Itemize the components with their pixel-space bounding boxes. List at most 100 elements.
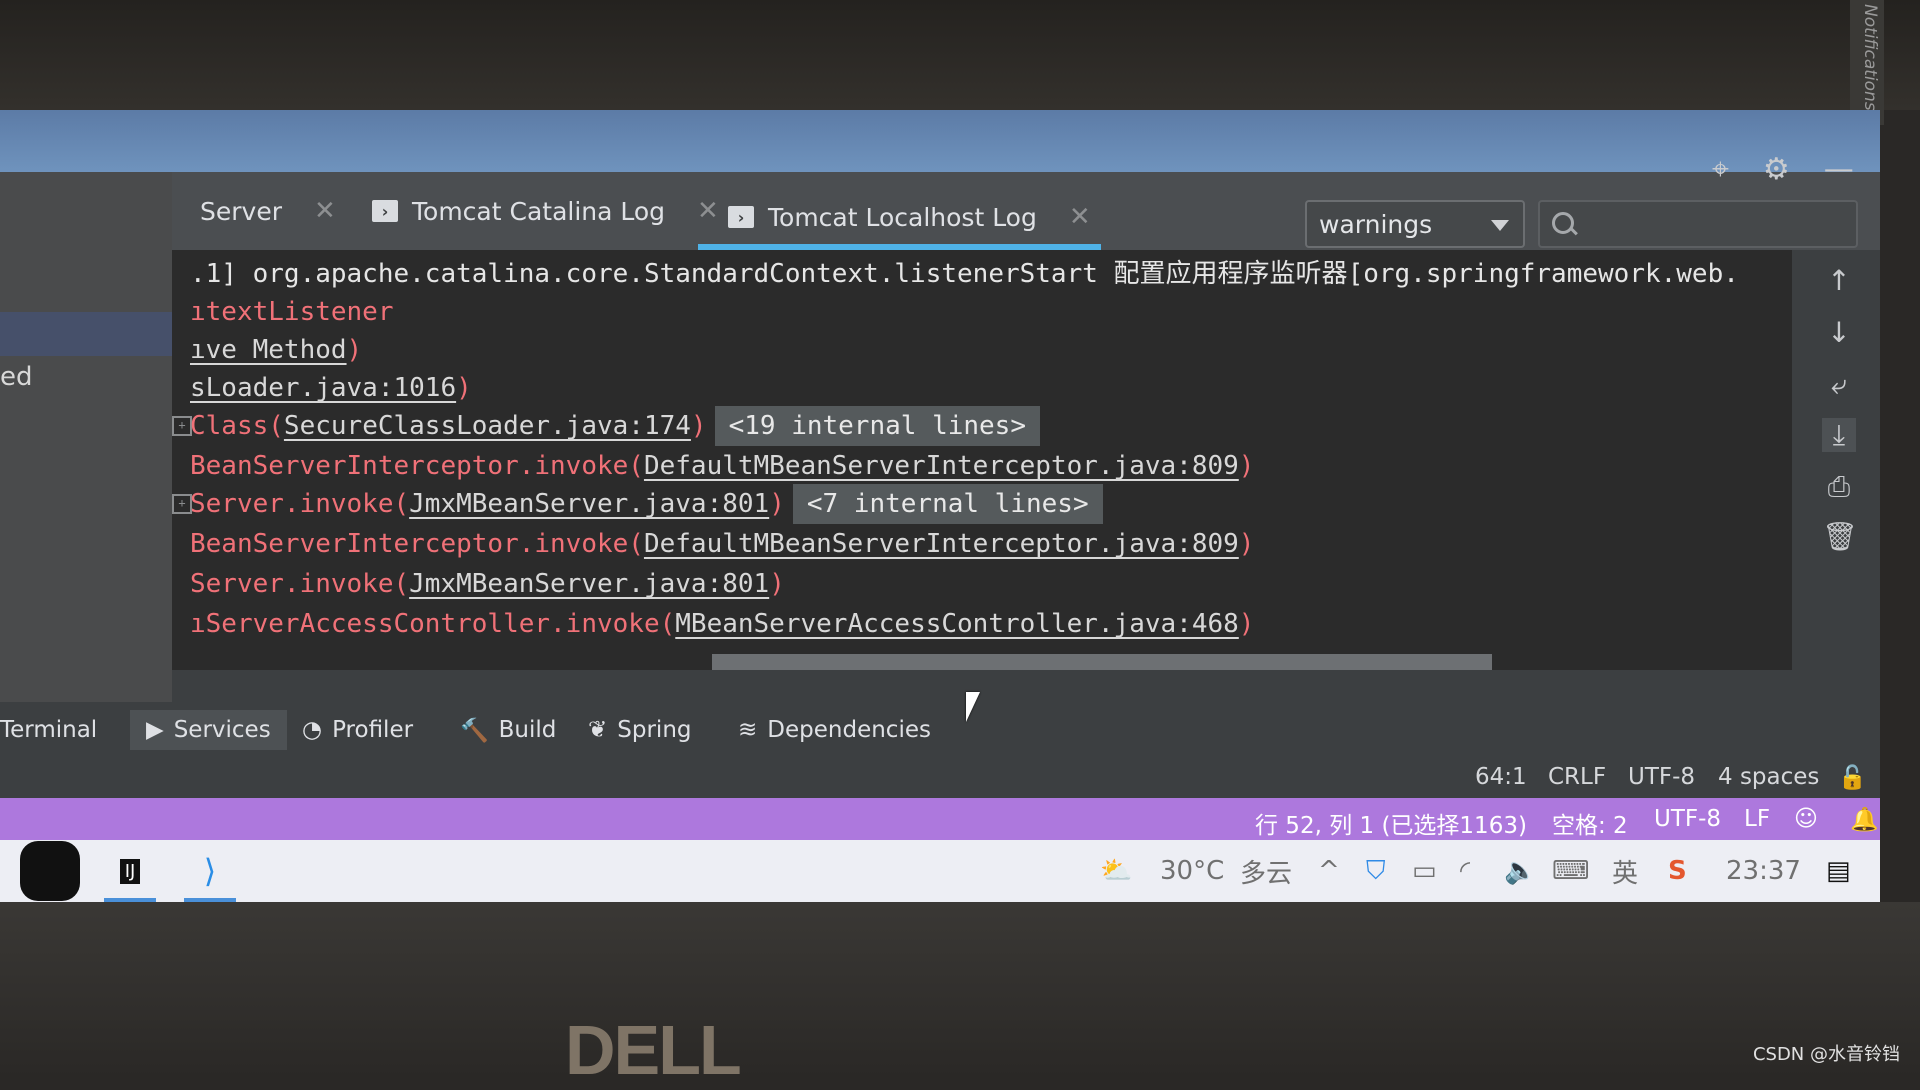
scroll-to-end-icon[interactable]: ⤓ [1822,418,1856,452]
shield-icon[interactable]: ⛉ [1366,840,1386,902]
bottom-tab-services[interactable]: ▶ Services [130,710,287,750]
console-icon: › [728,206,754,228]
volume-icon[interactable]: 🔈 [1504,840,1536,902]
editor-indentation[interactable]: 空格: 2 [1552,806,1628,840]
tab-tomcat-localhost-log[interactable]: › Tomcat Localhost Log ✕ [698,194,1101,250]
action-center-icon[interactable]: ▤ [1826,840,1851,902]
close-icon[interactable]: ✕ [697,196,719,226]
log-line: ıve Method) [190,335,363,365]
chevron-up-icon[interactable]: ^ [1318,840,1340,902]
bottom-tab-spring[interactable]: ❦ Spring [588,710,692,750]
ide-status-bar: 64:1 CRLF UTF-8 4 spaces 🔓 [0,758,1880,798]
expand-fold-icon[interactable]: + [172,416,192,436]
source-link[interactable]: JmxMBeanServer.java:801 [409,489,769,519]
console-icon: › [372,200,398,222]
cursor-position[interactable]: 64:1 [1475,764,1527,790]
source-link[interactable]: JmxMBeanServer.java:801 [409,569,769,599]
selected-tree-row[interactable] [0,312,172,356]
crosshair-icon[interactable]: ⌖ [1712,152,1729,187]
tab-label: Tomcat Localhost Log [768,202,1037,232]
bottom-tab-terminal[interactable]: Terminal [0,710,97,750]
ime-language[interactable]: 英 [1612,840,1638,902]
log-line: Class(SecureClassLoader.java:174) <19 int… [190,406,1040,446]
battery-icon[interactable]: ▭ [1412,840,1437,902]
start-area-scribble[interactable] [20,841,80,901]
log-line: sLoader.java:1016) [190,373,472,403]
folded-internal-lines[interactable]: <19 internal lines> [714,406,1040,446]
source-link[interactable]: DefaultMBeanServerInterceptor.java:809 [644,451,1239,481]
profiler-icon: ◔ [302,717,323,743]
log-line: BeanServerInterceptor.invoke(DefaultMBea… [190,451,1255,481]
tab-label: Server [200,196,282,226]
editor-encoding[interactable]: UTF-8 [1654,806,1721,832]
line-separator[interactable]: CRLF [1548,764,1606,790]
down-arrow-icon[interactable]: ↓ [1822,316,1856,350]
print-icon[interactable]: ⎙ [1822,470,1856,504]
trash-icon[interactable]: 🗑 [1822,520,1858,554]
chevron-down-icon [1491,220,1509,231]
console-actions-gutter: ↑ ↓ ⤶ ⤓ ⎙ 🗑 [1802,250,1880,670]
vscode-taskbar-icon[interactable]: ⟩ [180,846,240,902]
feedback-icon[interactable]: ☺ [1794,806,1818,832]
minimize-icon[interactable]: — [1824,152,1854,187]
editor-cursor-selection[interactable]: 行 52, 列 1 (已选择1163) [1255,806,1527,840]
bell-icon[interactable]: 🔔 [1850,806,1879,833]
hammer-icon: 🔨 [460,717,489,744]
log-line: .1] org.apache.catalina.core.StandardCon… [190,259,1739,289]
sogou-ime-icon[interactable]: S [1668,840,1687,902]
source-link[interactable]: sLoader.java:1016 [190,373,456,403]
lock-icon[interactable]: 🔓 [1838,764,1867,791]
source-link[interactable]: ıve Method [190,335,347,365]
close-icon[interactable]: ✕ [1069,202,1091,232]
expand-fold-icon[interactable]: + [172,494,192,514]
bottom-tab-profiler[interactable]: ◔ Profiler [302,710,413,750]
indent-setting[interactable]: 4 spaces [1718,764,1819,790]
vscode-status-bar: 行 52, 列 1 (已选择1163) 空格: 2 UTF-8 LF ☺ 🔔 [0,798,1880,840]
ide-title-band [0,110,1880,172]
dell-logo: DELL [565,1011,742,1089]
clock[interactable]: 23:37 [1726,840,1801,902]
services-tree-panel: ed [0,172,172,702]
up-arrow-icon[interactable]: ↑ [1822,264,1856,298]
services-tool-window: Server ✕ › Tomcat Catalina Log ✕ › Tomca… [172,152,1880,702]
editor-eol[interactable]: LF [1744,806,1770,832]
filter-selected-value: warnings [1319,209,1433,239]
csdn-watermark: CSDN @水音铃铛 [1752,1044,1900,1065]
bottom-tab-dependencies[interactable]: ≋ Dependencies [738,710,931,750]
wifi-icon[interactable]: ◜ [1460,840,1470,902]
mouse-cursor [966,692,980,722]
intellij-taskbar-icon[interactable]: IJ [100,846,160,902]
services-icon: ▶ [146,717,164,743]
temperature[interactable]: 30°C [1160,840,1224,902]
file-encoding[interactable]: UTF-8 [1628,764,1695,790]
weather-icon[interactable]: ⛅ [1100,840,1132,902]
tab-server[interactable]: Server ✕ [200,188,336,234]
tool-window-actions: ⌖ ⚙ — [1712,152,1854,187]
tree-item-partial-text: ed [0,362,33,392]
log-search-input[interactable] [1538,200,1858,248]
source-link[interactable]: SecureClassLoader.java:174 [284,411,691,441]
source-link[interactable]: MBeanServerAccessController.java:468 [675,609,1239,639]
log-line: Server.invoke(JmxMBeanServer.java:801) [190,569,785,599]
bottom-tab-build[interactable]: 🔨 Build [460,710,556,750]
weather-condition[interactable]: 多云 [1240,840,1292,902]
close-icon[interactable]: ✕ [314,196,336,226]
source-link[interactable]: DefaultMBeanServerInterceptor.java:809 [644,529,1239,559]
tab-label: Tomcat Catalina Log [412,196,666,226]
notifications-label[interactable]: Notifications [1860,4,1880,111]
search-icon [1552,212,1574,234]
log-tabs-bar: Server ✕ › Tomcat Catalina Log ✕ › Tomca… [172,152,1880,250]
log-line: ıtextListener [190,297,394,327]
tab-tomcat-catalina-log[interactable]: › Tomcat Catalina Log ✕ [372,188,719,234]
soft-wrap-icon[interactable]: ⤶ [1822,368,1856,402]
keyboard-icon[interactable]: ⌨ [1552,840,1590,902]
monitor-bezel-bottom [0,902,1920,1080]
log-line: Server.invoke(JmxMBeanServer.java:801) <7… [190,484,1103,524]
horizontal-scrollbar[interactable] [712,654,1492,670]
folded-internal-lines[interactable]: <7 internal lines> [792,484,1103,524]
log-console[interactable]: .1] org.apache.catalina.core.StandardCon… [172,250,1792,670]
windows-taskbar: IJ ⟩ ⛅ 30°C 多云 ^ ⛉ ▭ ◜ 🔈 ⌨ 英 S 23:37 ▤ [0,840,1880,902]
gear-icon[interactable]: ⚙ [1763,152,1790,187]
dependencies-icon: ≋ [738,717,758,743]
log-level-filter-select[interactable]: warnings [1305,200,1525,248]
